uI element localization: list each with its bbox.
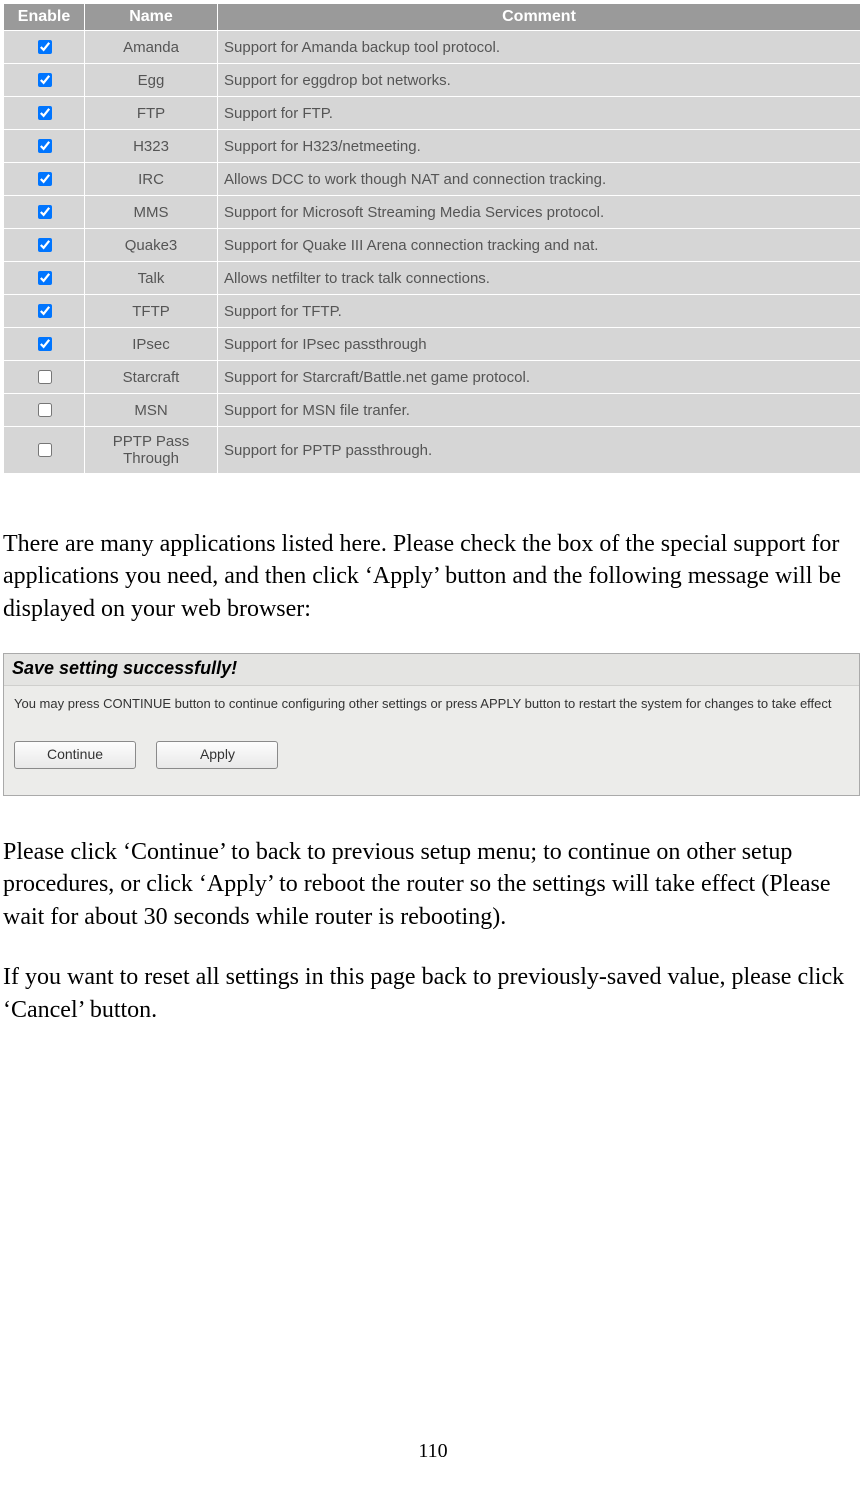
comment-cell: Support for Amanda backup tool protocol. bbox=[218, 31, 861, 64]
name-cell: IPsec bbox=[85, 328, 218, 361]
enable-checkbox[interactable] bbox=[38, 106, 52, 120]
enable-cell bbox=[4, 229, 85, 262]
comment-cell: Allows netfilter to track talk connectio… bbox=[218, 262, 861, 295]
enable-checkbox[interactable] bbox=[38, 271, 52, 285]
enable-cell bbox=[4, 427, 85, 474]
name-cell: Egg bbox=[85, 64, 218, 97]
enable-checkbox[interactable] bbox=[38, 73, 52, 87]
name-cell: Starcraft bbox=[85, 361, 218, 394]
dialog-message: You may press CONTINUE button to continu… bbox=[4, 686, 859, 741]
enable-checkbox[interactable] bbox=[38, 40, 52, 54]
enable-checkbox[interactable] bbox=[38, 238, 52, 252]
name-cell: PPTP Pass Through bbox=[85, 427, 218, 474]
enable-checkbox[interactable] bbox=[38, 443, 52, 457]
enable-cell bbox=[4, 97, 85, 130]
apply-button[interactable]: Apply bbox=[156, 741, 278, 769]
table-row: StarcraftSupport for Starcraft/Battle.ne… bbox=[4, 361, 861, 394]
enable-cell bbox=[4, 31, 85, 64]
name-cell: FTP bbox=[85, 97, 218, 130]
comment-cell: Support for Starcraft/Battle.net game pr… bbox=[218, 361, 861, 394]
paragraph-intro: There are many applications listed here.… bbox=[3, 528, 856, 625]
enable-cell bbox=[4, 64, 85, 97]
table-row: EggSupport for eggdrop bot networks. bbox=[4, 64, 861, 97]
table-row: MSNSupport for MSN file tranfer. bbox=[4, 394, 861, 427]
name-cell: Quake3 bbox=[85, 229, 218, 262]
comment-cell: Support for H323/netmeeting. bbox=[218, 130, 861, 163]
header-name: Name bbox=[85, 4, 218, 31]
name-cell: Talk bbox=[85, 262, 218, 295]
table-row: H323Support for H323/netmeeting. bbox=[4, 130, 861, 163]
comment-cell: Support for eggdrop bot networks. bbox=[218, 64, 861, 97]
table-row: AmandaSupport for Amanda backup tool pro… bbox=[4, 31, 861, 64]
enable-checkbox[interactable] bbox=[38, 337, 52, 351]
enable-checkbox[interactable] bbox=[38, 205, 52, 219]
name-cell: MSN bbox=[85, 394, 218, 427]
table-row: IRCAllows DCC to work though NAT and con… bbox=[4, 163, 861, 196]
name-cell: Amanda bbox=[85, 31, 218, 64]
header-enable: Enable bbox=[4, 4, 85, 31]
enable-cell bbox=[4, 163, 85, 196]
enable-cell bbox=[4, 361, 85, 394]
page-number: 110 bbox=[0, 1440, 866, 1463]
comment-cell: Support for PPTP passthrough. bbox=[218, 427, 861, 474]
enable-checkbox[interactable] bbox=[38, 139, 52, 153]
table-row: IPsecSupport for IPsec passthrough bbox=[4, 328, 861, 361]
enable-checkbox[interactable] bbox=[38, 172, 52, 186]
table-row: FTPSupport for FTP. bbox=[4, 97, 861, 130]
enable-cell bbox=[4, 394, 85, 427]
continue-button[interactable]: Continue bbox=[14, 741, 136, 769]
save-dialog: Save setting successfully! You may press… bbox=[3, 653, 860, 796]
table-row: MMSSupport for Microsoft Streaming Media… bbox=[4, 196, 861, 229]
comment-cell: Allows DCC to work though NAT and connec… bbox=[218, 163, 861, 196]
enable-cell bbox=[4, 328, 85, 361]
paragraph-cancel: If you want to reset all settings in thi… bbox=[3, 961, 856, 1026]
name-cell: MMS bbox=[85, 196, 218, 229]
enable-checkbox[interactable] bbox=[38, 370, 52, 384]
enable-cell bbox=[4, 295, 85, 328]
table-row: PPTP Pass ThroughSupport for PPTP passth… bbox=[4, 427, 861, 474]
enable-cell bbox=[4, 130, 85, 163]
table-row: TFTPSupport for TFTP. bbox=[4, 295, 861, 328]
comment-cell: Support for TFTP. bbox=[218, 295, 861, 328]
comment-cell: Support for Microsoft Streaming Media Se… bbox=[218, 196, 861, 229]
name-cell: IRC bbox=[85, 163, 218, 196]
header-comment: Comment bbox=[218, 4, 861, 31]
comment-cell: Support for IPsec passthrough bbox=[218, 328, 861, 361]
enable-checkbox[interactable] bbox=[38, 304, 52, 318]
enable-cell bbox=[4, 262, 85, 295]
table-row: Quake3Support for Quake III Arena connec… bbox=[4, 229, 861, 262]
enable-checkbox[interactable] bbox=[38, 403, 52, 417]
comment-cell: Support for MSN file tranfer. bbox=[218, 394, 861, 427]
comment-cell: Support for FTP. bbox=[218, 97, 861, 130]
name-cell: H323 bbox=[85, 130, 218, 163]
name-cell: TFTP bbox=[85, 295, 218, 328]
enable-cell bbox=[4, 196, 85, 229]
dialog-title: Save setting successfully! bbox=[4, 654, 859, 686]
comment-cell: Support for Quake III Arena connection t… bbox=[218, 229, 861, 262]
paragraph-continue: Please click ‘Continue’ to back to previ… bbox=[3, 836, 856, 933]
table-row: TalkAllows netfilter to track talk conne… bbox=[4, 262, 861, 295]
alg-table: Enable Name Comment AmandaSupport for Am… bbox=[3, 3, 861, 474]
